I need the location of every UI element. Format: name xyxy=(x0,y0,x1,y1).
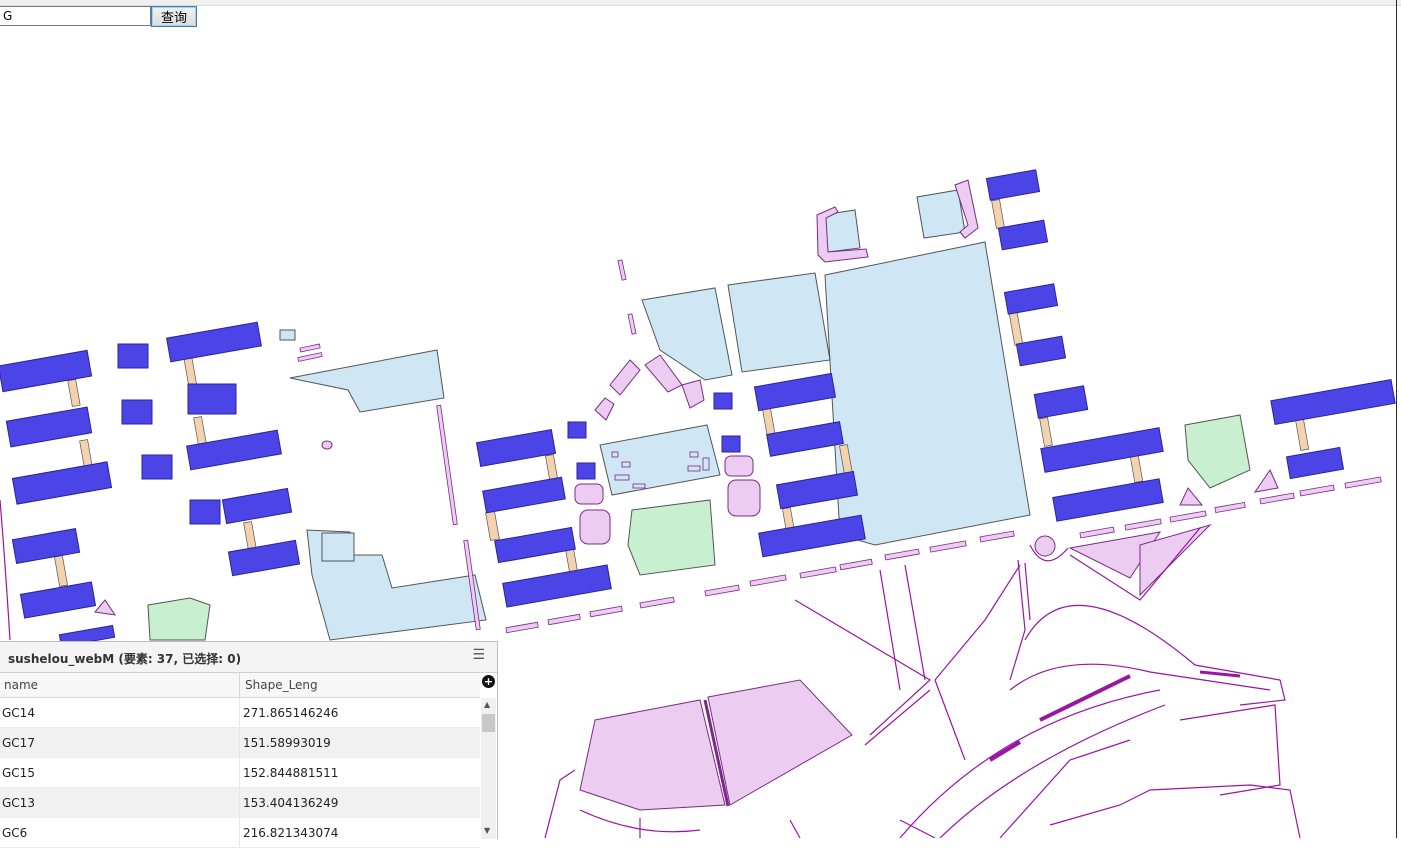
cell-divider xyxy=(239,818,240,847)
search-input[interactable] xyxy=(0,6,151,26)
attribute-table-header: sushelou_webM (要素: 37, 已选择: 0) ☰ xyxy=(0,642,497,673)
cell-name: GC13 xyxy=(2,796,35,810)
map-feature-block[interactable] xyxy=(916,189,966,239)
map-feature-block[interactable] xyxy=(321,532,355,562)
cell-shape-leng: 152.844881511 xyxy=(243,766,339,780)
column-header-shape-leng[interactable]: Shape_Leng xyxy=(245,678,318,692)
hamburger-icon[interactable]: ☰ xyxy=(472,647,485,663)
cell-divider xyxy=(239,698,240,727)
column-header-name[interactable]: name xyxy=(4,678,38,692)
map-feature-pink[interactable] xyxy=(574,483,604,505)
map-feature-pink[interactable] xyxy=(579,509,611,545)
map-feature-block[interactable] xyxy=(289,349,445,413)
map-feature-pink[interactable] xyxy=(727,479,761,517)
map-feature-block[interactable] xyxy=(599,424,721,496)
table-row[interactable]: GC15 152.844881511 xyxy=(0,758,480,788)
map-feature-pink[interactable] xyxy=(594,397,615,421)
map-feature-pink[interactable] xyxy=(1253,468,1279,493)
map-feature-green[interactable] xyxy=(1184,414,1251,489)
map-feature-pink[interactable] xyxy=(321,440,333,450)
cell-name: GC15 xyxy=(2,766,35,780)
map-feature-road-strip xyxy=(1039,674,1131,722)
map-feature-road-strip xyxy=(1199,670,1241,678)
map-feature-block[interactable] xyxy=(279,329,296,341)
table-row[interactable]: GC17 151.58993019 xyxy=(0,728,480,758)
map-feature-pink[interactable] xyxy=(707,679,853,806)
scroll-down-icon[interactable]: ▼ xyxy=(484,826,490,835)
cell-name: GC14 xyxy=(2,706,35,720)
map-feature-block[interactable] xyxy=(727,272,831,373)
cell-name: GC17 xyxy=(2,736,35,750)
cell-divider xyxy=(239,758,240,787)
map-feature-pink[interactable] xyxy=(1179,487,1204,506)
scrollbar-thumb[interactable] xyxy=(482,714,495,732)
cell-divider xyxy=(239,788,240,817)
table-body: GC14 271.865146246 GC17 151.58993019 GC1… xyxy=(0,698,480,848)
cell-divider xyxy=(239,728,240,757)
scroll-up-icon[interactable]: ▲ xyxy=(484,700,490,709)
map-feature-road-strip xyxy=(988,740,1022,762)
map-feature-green[interactable] xyxy=(147,597,211,641)
cell-shape-leng: 153.404136249 xyxy=(243,796,339,810)
map-feature-pink[interactable] xyxy=(579,699,726,811)
table-row[interactable]: GC14 271.865146246 xyxy=(0,698,480,728)
map-feature-pink[interactable] xyxy=(681,379,705,409)
add-column-icon[interactable]: + xyxy=(482,675,495,688)
map-feature-green[interactable] xyxy=(627,499,716,576)
map-feature-large-block[interactable] xyxy=(824,241,1031,546)
cell-shape-leng: 151.58993019 xyxy=(243,736,331,750)
map-feature-pink[interactable] xyxy=(1034,535,1056,557)
table-header-row: name Shape_Leng xyxy=(0,673,480,698)
column-divider xyxy=(239,673,240,697)
query-button[interactable]: 查询 xyxy=(151,6,197,27)
table-scrollbar[interactable]: ▲ ▼ xyxy=(481,698,496,839)
map-feature-pink[interactable] xyxy=(609,359,641,396)
attribute-table-title: sushelou_webM (要素: 37, 已选择: 0) xyxy=(8,652,242,666)
table-row[interactable]: GC13 153.404136249 xyxy=(0,788,480,818)
attribute-table-panel: sushelou_webM (要素: 37, 已选择: 0) ☰ name Sh… xyxy=(0,641,498,848)
map-feature-buildings[interactable] xyxy=(0,169,1396,648)
cell-shape-leng: 271.865146246 xyxy=(243,706,339,720)
map-feature-pink[interactable] xyxy=(94,599,117,616)
map-feature-pink[interactable] xyxy=(724,455,754,477)
table-row[interactable]: GC6 216.821343074 xyxy=(0,818,480,848)
window-right-edge xyxy=(1396,0,1397,838)
